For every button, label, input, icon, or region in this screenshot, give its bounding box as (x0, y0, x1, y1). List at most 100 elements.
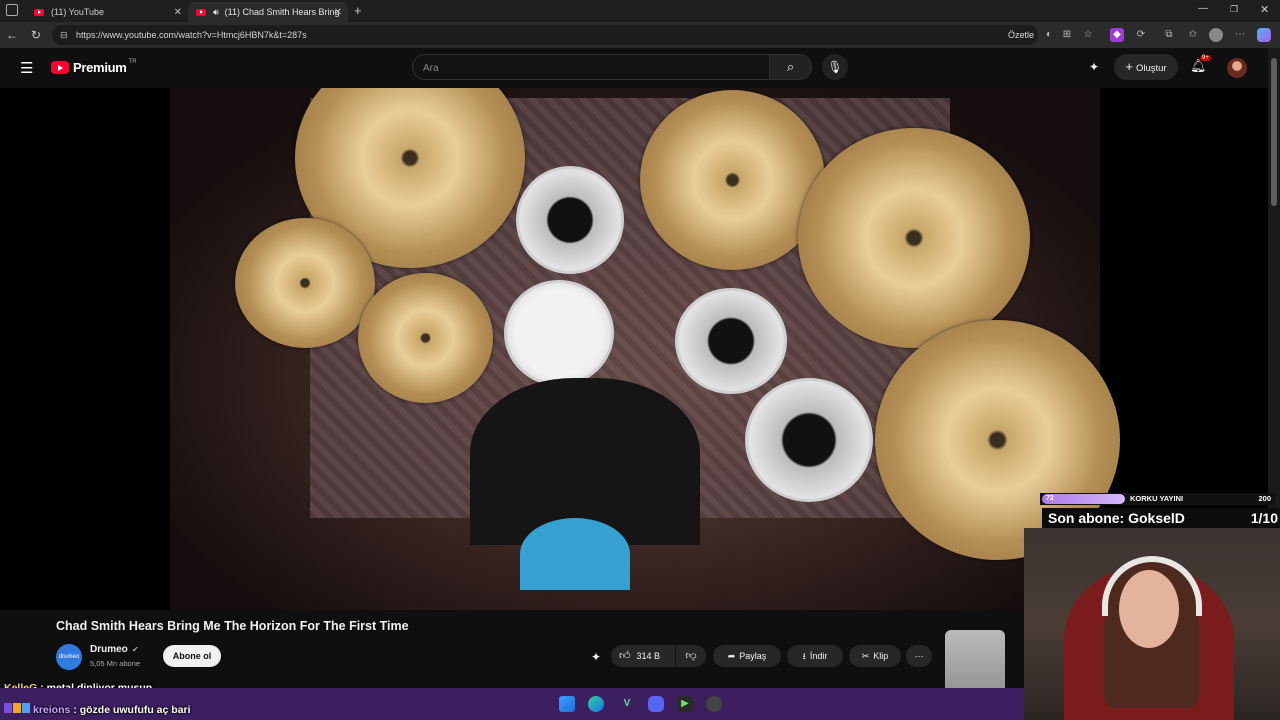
cymbal-image (358, 273, 493, 403)
terminal-icon[interactable]: ▶ (677, 696, 693, 712)
speaker-icon[interactable]: 🔊︎ (213, 7, 219, 18)
avatar[interactable] (1227, 58, 1247, 78)
cap-image (520, 518, 630, 590)
search-button[interactable]: ⌕ (770, 54, 812, 80)
apps-icon[interactable]: ⊞ (1060, 28, 1074, 42)
scissors-icon: ✂ (861, 651, 870, 661)
search-input[interactable] (413, 55, 755, 81)
youtube-logo[interactable]: Premium TR (51, 58, 137, 75)
obs-icon[interactable] (706, 696, 722, 712)
drum-image (516, 166, 624, 274)
share-icon: ➦ (727, 651, 736, 661)
headphones-image (1102, 556, 1202, 616)
restore-icon[interactable]: ❐ (1230, 4, 1238, 15)
more-actions-button[interactable]: ⋯ (906, 645, 932, 667)
clip-label: Klip (873, 651, 889, 661)
search-icon: ⌕ (786, 59, 795, 74)
youtube-favicon-icon (34, 8, 44, 16)
copilot-icon[interactable] (1257, 28, 1271, 42)
tab-actions-icon[interactable] (6, 4, 18, 16)
browser-address-bar: ← ↻ ⊟ https://www.youtube.com/watch?v=Ht… (0, 22, 1280, 48)
streamer-webcam (1024, 528, 1280, 720)
split-screen-icon[interactable]: ⧉ (1162, 28, 1176, 42)
create-label: Oluştur (1135, 63, 1167, 74)
premium-badge-icon[interactable]: ✦ (591, 650, 601, 664)
url-text: https://www.youtube.com/watch?v=Htmcj6HB… (76, 30, 307, 40)
tab-label: (11) YouTube (51, 7, 105, 17)
vpn-icon[interactable]: V (619, 696, 635, 712)
chat-message: kreions : gözde uwufufu aç bari (4, 703, 191, 716)
goal-target: 200 (1258, 494, 1271, 503)
chat-badge-icon (22, 703, 30, 713)
like-count: 314 B (636, 651, 661, 661)
favorite-star-icon[interactable]: ☆ (1081, 28, 1095, 42)
channel-avatar[interactable]: drumeo (56, 644, 82, 670)
download-icon: ⭳ (802, 651, 806, 661)
back-icon[interactable]: ← (2, 25, 22, 45)
site-info-icon[interactable]: ⊟ (60, 25, 68, 45)
windows-start-icon[interactable] (559, 696, 575, 712)
last-sub-banner: Son abone: GokselD 1/10 (1042, 508, 1280, 528)
logo-region: TR (128, 58, 137, 65)
clip-button[interactable]: ✂ Klip (849, 645, 901, 667)
goal-label: KORKU YAYINI (1130, 494, 1184, 503)
tab-youtube-home[interactable]: (11) YouTube ✕ (26, 2, 188, 22)
shorts-create-icon[interactable]: ✦ (1089, 60, 1099, 74)
tab-video[interactable]: 🔊︎ (11) Chad Smith Hears Bring ✕ (188, 2, 348, 22)
create-button[interactable]: + Oluştur (1114, 54, 1178, 80)
chat-badge-icon (13, 703, 21, 713)
scroll-thumb[interactable] (1271, 58, 1277, 206)
close-tab-icon[interactable]: ✕ (174, 7, 182, 18)
verified-icon: ✔ (132, 645, 139, 654)
browser-tab-bar: (11) YouTube ✕ 🔊︎ (11) Chad Smith Hears … (0, 0, 1280, 22)
thumbs-down-icon: 👎︎ (685, 650, 697, 662)
like-button[interactable]: 👍︎ 314 B (611, 645, 675, 667)
plus-icon: + (1125, 59, 1133, 74)
video-frame (170, 88, 1120, 610)
dislike-button[interactable]: 👎︎ (676, 645, 706, 667)
video-title: Chad Smith Hears Bring Me The Horizon Fo… (56, 619, 409, 633)
drum-image (745, 378, 873, 502)
share-button[interactable]: ➦ Paylaş (713, 645, 781, 667)
channel-name[interactable]: Drumeo (90, 644, 128, 655)
reload-icon[interactable]: ↻ (26, 25, 46, 45)
cymbal-image (798, 128, 1030, 348)
reading-icon[interactable]: ◐ (1042, 28, 1056, 42)
search-box[interactable] (412, 54, 770, 81)
drum-image (675, 288, 787, 394)
chat-badge-icon (4, 703, 12, 713)
close-tab-icon[interactable]: ✕ (334, 7, 342, 18)
sub-count: 1/10 (1250, 510, 1278, 526)
download-label: İndir (809, 651, 828, 661)
drum-image (504, 280, 614, 386)
subscribe-button[interactable]: Abone ol (163, 645, 221, 667)
new-tab-button[interactable]: + (354, 3, 362, 18)
youtube-play-icon (51, 61, 69, 74)
refresh-extension-icon[interactable]: ⟳ (1134, 28, 1148, 42)
summarize-label[interactable]: Özetle (1008, 25, 1034, 45)
extension-icon[interactable]: ◆ (1110, 28, 1124, 42)
favorites-icon[interactable]: ✩ (1186, 28, 1200, 42)
youtube-favicon-icon (196, 8, 206, 16)
more-icon: ⋯ (914, 651, 924, 661)
minimize-icon[interactable]: — (1198, 3, 1208, 14)
thumbs-up-icon: 👍︎ (619, 650, 631, 662)
more-icon[interactable]: ⋯ (1233, 28, 1247, 42)
profile-icon[interactable] (1209, 28, 1223, 42)
close-window-icon[interactable]: ✕ (1260, 3, 1269, 16)
channel-subscribers: 5,05 Mn abone (90, 659, 141, 668)
share-label: Paylaş (739, 651, 767, 661)
youtube-header: ☰ Premium TR ⌕ 🎙︎ ✦ +Oluştur 🔔︎ 9+ (0, 48, 1268, 88)
edge-icon[interactable] (588, 696, 604, 712)
menu-icon[interactable]: ☰ (20, 59, 33, 77)
download-button[interactable]: ⭳ İndir (787, 645, 843, 667)
voice-search-button[interactable]: 🎙︎ (822, 54, 848, 80)
url-field[interactable]: ⊟ https://www.youtube.com/watch?v=Htmcj6… (52, 25, 1038, 45)
mic-icon: 🎙︎ (827, 60, 843, 74)
stream-goal-bar: 72 KORKU YAYINI 200 (1040, 493, 1275, 505)
discord-icon[interactable] (648, 696, 664, 712)
cymbal-image (235, 218, 375, 348)
tab-label: (11) Chad Smith Hears Bring (224, 7, 340, 17)
chat-user: kreions (33, 704, 71, 716)
chat-text: gözde uwufufu aç bari (79, 704, 191, 716)
